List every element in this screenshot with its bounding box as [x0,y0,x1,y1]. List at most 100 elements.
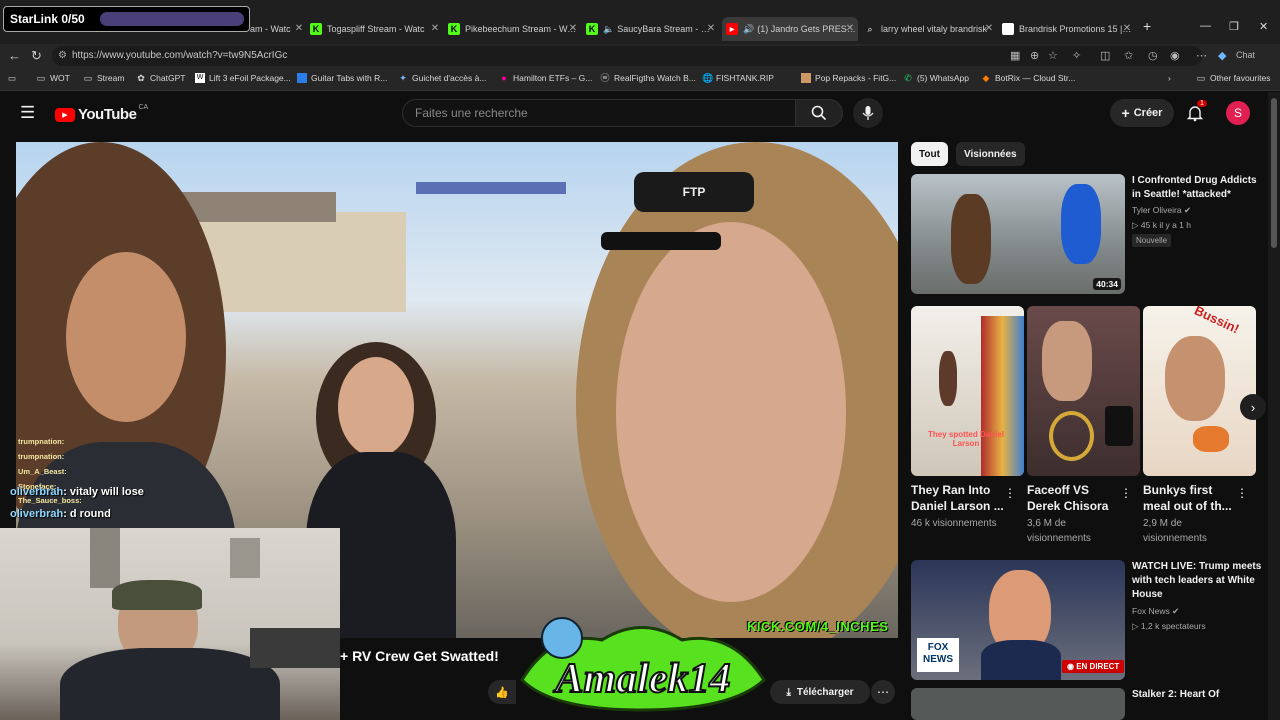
search-input[interactable]: Faites une recherche [402,99,796,127]
search-button[interactable] [795,99,843,127]
bookmark-7[interactable]: ⓦ RealFigths Watch B... [600,73,695,83]
site-info-icon[interactable]: ⚙ [58,46,67,66]
extensions-icon[interactable]: ✧ [1072,49,1081,62]
channel-name[interactable]: Tyler Oliveira ✔ [1132,205,1191,216]
minimize-icon[interactable]: — [1200,20,1211,32]
thumb-face [1042,321,1092,401]
bookmark-2[interactable]: ✿ ChatGPT [136,73,185,83]
split-screen-icon[interactable]: ◫ [1100,49,1110,62]
tab-5[interactable]: ⌕ larry wheel vitaly brandrisk ✕ [864,17,994,41]
video-duration: 40:34 [1093,278,1121,290]
thumb-face [1165,336,1225,421]
short-title[interactable]: Faceoff VS Derek Chisora [1027,482,1122,514]
chevron-right-icon[interactable]: › [1168,73,1171,83]
video-meta: ▷ 45 k il y a 1 h [1132,220,1191,230]
close-icon[interactable]: ✕ [1122,23,1132,34]
recommended-thumbnail[interactable] [911,688,1125,720]
close-icon[interactable]: ✕ [294,23,304,34]
avatar[interactable]: S [1226,101,1250,125]
short-caption: They spotted Daniel Larson [927,430,1004,448]
thumb-figure-left [951,194,991,284]
profile-icon[interactable]: ◉ [1170,49,1180,62]
page-scrollbar[interactable] [1268,92,1280,720]
verified-icon: ✔ [1172,606,1180,616]
back-arrow-icon[interactable]: ← [8,48,21,63]
bookmark-0[interactable]: ▭ WOT [36,73,70,83]
thumb-chain [1049,411,1094,461]
copilot-chat-label[interactable]: Chat [1236,50,1255,60]
video-sunglasses [601,232,721,250]
close-icon[interactable]: ✕ [568,23,578,34]
hamburger-menu-icon[interactable]: ☰ [20,103,35,123]
chevron-right-icon[interactable]: › [1240,394,1266,420]
reading-list-icon[interactable]: ▭ [8,73,16,84]
more-actions-button[interactable]: ⋯ [871,680,895,704]
more-vertical-icon[interactable]: ⋮ [1236,486,1248,500]
youtube-logo[interactable]: ▶ YouTube CA [55,104,148,123]
tab-4-active[interactable]: ▶ 🔊 (1) Jandro Gets PRESSE ✕ [722,17,858,41]
star-icon[interactable]: ☆ [1048,49,1058,62]
short-title[interactable]: Bunkys first meal out of th... [1143,482,1238,514]
live-badge: ◉ EN DIRECT [1062,660,1125,673]
tab-0[interactable]: am - Watc ✕ [250,17,304,41]
hamilton-icon: ● [501,73,507,83]
filter-chip-all[interactable]: Tout [911,142,948,166]
video-title-overlay: + RV Crew Get Swatted! [340,648,499,664]
short-thumbnail[interactable] [1027,306,1140,476]
more-vertical-icon[interactable]: ⋮ [1004,486,1016,500]
short-title[interactable]: They Ran Into Daniel Larson ... [911,482,1006,514]
short-caption: Bussin! [1192,306,1242,337]
close-icon[interactable]: ✕ [706,23,716,34]
recommended-thumbnail[interactable]: 40:34 [911,174,1125,294]
favorites-icon[interactable]: ✩ [1124,49,1133,62]
close-window-icon[interactable]: ✕ [1259,20,1268,33]
filter-chip-watched[interactable]: Visionnées [956,142,1025,166]
scrollbar-thumb[interactable] [1271,98,1277,248]
bookmark-9[interactable]: Pop Repacks - FitG... [801,73,896,83]
create-button[interactable]: + Créer [1110,99,1174,127]
zoom-icon[interactable]: ⊕ [1030,49,1039,62]
bookmark-4[interactable]: Guitar Tabs with R... [297,73,387,83]
bookmark-1[interactable]: ▭ Stream [83,73,125,83]
bookmark-5[interactable]: ✦ Guichet d'accès à... [398,73,486,83]
wp-icon: ⓦ [600,73,610,83]
bookmark-3[interactable]: W Lift 3 eFoil Package... [195,73,291,83]
download-button[interactable]: ⤓ Télécharger [770,680,870,704]
recommended-title[interactable]: Stalker 2: Heart Of [1132,688,1262,702]
history-icon[interactable]: ◷ [1148,49,1158,62]
kick-icon: K [448,23,460,35]
tab-6[interactable]: Brandrisk Promotions 15 | Bi ✕ [1002,17,1132,41]
bookmark-8[interactable]: 🌐 FISHTANK.RIP [702,73,774,83]
bookmark-11[interactable]: ◆ BotRix — Cloud Str... [981,73,1076,83]
reload-icon[interactable]: ↻ [31,48,42,64]
app-icon[interactable]: ▦ [1010,49,1020,62]
copilot-icon[interactable]: ◆ [1218,49,1226,62]
tab-3[interactable]: K 🔈 SaucyBara Stream - Wat ✕ [586,17,716,41]
other-favourites[interactable]: ▭ Other favourites [1196,73,1271,83]
recommended-title[interactable]: WATCH LIVE: Trump meets with tech leader… [1132,560,1262,602]
channel-name[interactable]: Fox News ✔ [1132,606,1179,617]
more-icon[interactable]: ⋯ [1196,49,1207,62]
tabs-icon [297,73,307,83]
short-thumbnail[interactable]: They spotted Daniel Larson [911,306,1024,476]
short-thumbnail[interactable]: Bussin! [1143,306,1256,476]
notifications-button[interactable]: 1 [1186,100,1207,127]
more-vertical-icon[interactable]: ⋮ [1120,486,1132,500]
download-icon: ⤓ [786,686,791,698]
tab-1[interactable]: K Togaspliff Stream - Watc ✕ [310,17,440,41]
bookmark-10[interactable]: ✆ (5) WhatsApp [903,73,969,83]
close-icon[interactable]: ✕ [845,23,855,34]
voice-search-button[interactable] [853,98,883,128]
tab-2[interactable]: K Pikebeechum Stream - Watc ✕ [448,17,578,41]
folder-icon: ▭ [1196,73,1206,83]
kick-icon: K [586,23,598,35]
recommended-title[interactable]: I Confronted Drug Addicts in Seattle! *a… [1132,174,1258,202]
amalek14-wordmark: Amalek14 [553,656,731,702]
new-tab-button[interactable]: + [1143,18,1151,34]
close-icon[interactable]: ✕ [984,23,994,34]
bookmark-6[interactable]: ● Hamilton ETFs – G... [499,73,592,83]
maximize-icon[interactable]: ❐ [1229,20,1239,33]
thumb-figure-right [1061,184,1101,264]
close-icon[interactable]: ✕ [430,23,440,34]
video-person-middle-face [338,357,414,457]
